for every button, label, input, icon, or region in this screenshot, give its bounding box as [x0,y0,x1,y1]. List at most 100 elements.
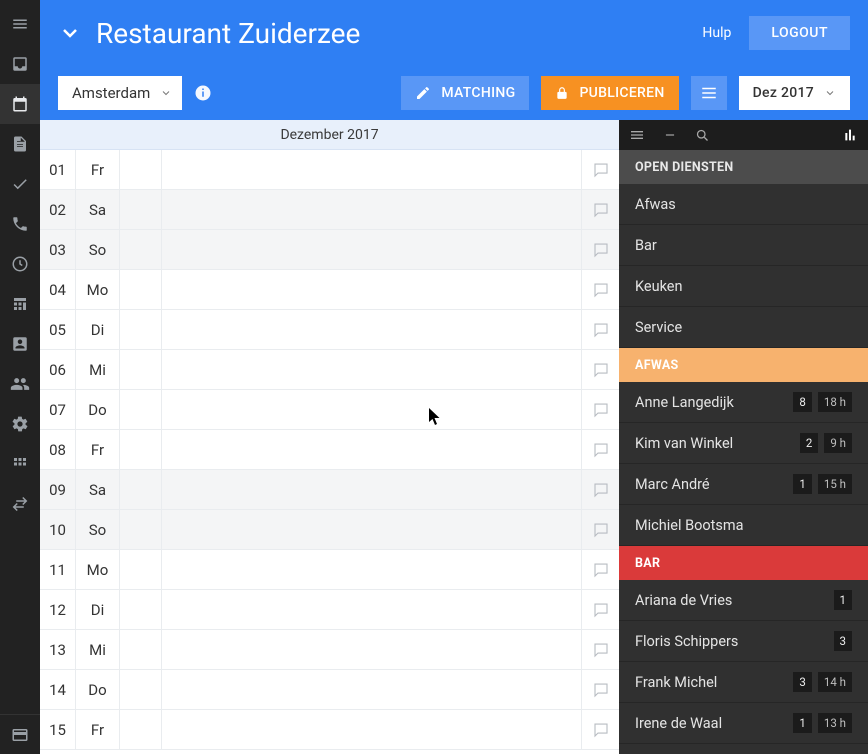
check-icon[interactable] [0,164,40,204]
calendar-row[interactable]: 15Fr [40,710,619,750]
day-name: Mi [76,350,120,389]
day-body[interactable] [162,150,581,189]
day-number: 15 [40,710,76,749]
day-body[interactable] [162,510,581,549]
day-number: 11 [40,550,76,589]
comment-icon[interactable] [581,550,619,589]
people-icon[interactable] [0,364,40,404]
sidepanel-item[interactable]: Afwas [619,184,868,225]
calendar-row[interactable]: 07Do [40,390,619,430]
calendar-row[interactable]: 01Fr [40,150,619,190]
item-hours: 15 h [818,474,852,494]
sp-search-icon[interactable] [695,128,710,143]
day-body[interactable] [162,670,581,709]
calendar-row[interactable]: 03So [40,230,619,270]
day-body[interactable] [162,550,581,589]
calendar-row[interactable]: 11Mo [40,550,619,590]
location-select[interactable]: Amsterdam [58,76,182,110]
day-name: Do [76,670,120,709]
toolbar: Amsterdam MATCHING PUBLICEREN Dez 2017 [40,66,868,120]
comment-icon[interactable] [581,350,619,389]
sidepanel-item[interactable]: Ariana de Vries1 [619,580,868,621]
apps-icon[interactable] [0,444,40,484]
calendar-icon[interactable] [0,84,40,124]
chevron-down-icon[interactable] [58,21,82,45]
comment-icon[interactable] [581,670,619,709]
comment-icon[interactable] [581,190,619,229]
calendar-row[interactable]: 13Mi [40,630,619,670]
day-body[interactable] [162,430,581,469]
sidepanel-item[interactable]: Service [619,307,868,348]
sp-menu-icon[interactable] [629,127,645,143]
item-hours: 18 h [818,392,852,412]
menu-icon[interactable] [0,4,40,44]
day-number: 09 [40,470,76,509]
calendar-row[interactable]: 09Sa [40,470,619,510]
sidepanel-item[interactable]: Irene de Waal113 h [619,703,868,744]
day-body[interactable] [162,230,581,269]
calendar-row[interactable]: 02Sa [40,190,619,230]
item-count: 3 [834,631,852,651]
comment-icon[interactable] [581,150,619,189]
comment-icon[interactable] [581,230,619,269]
day-body[interactable] [162,350,581,389]
sidepanel-item[interactable]: Kim van Winkel29 h [619,423,868,464]
date-select[interactable]: Dez 2017 [739,76,850,110]
day-body[interactable] [162,390,581,429]
day-number: 05 [40,310,76,349]
header: Restaurant Zuiderzee Hulp LOGOUT [40,0,868,66]
day-body[interactable] [162,310,581,349]
sidepanel-item[interactable]: Marc André115 h [619,464,868,505]
inbox-icon[interactable] [0,44,40,84]
calendar-row[interactable]: 04Mo [40,270,619,310]
comment-icon[interactable] [581,630,619,669]
gear-icon[interactable] [0,404,40,444]
item-count: 3 [793,672,811,692]
day-body[interactable] [162,590,581,629]
help-link[interactable]: Hulp [702,25,731,41]
sidepanel-item[interactable]: Floris Schippers 3 [619,621,868,662]
day-body[interactable] [162,470,581,509]
calendar-row[interactable]: 05Di [40,310,619,350]
comment-icon[interactable] [581,710,619,749]
card-icon[interactable] [0,714,40,754]
comment-icon[interactable] [581,390,619,429]
calendar-row[interactable]: 06Mi [40,350,619,390]
clock-icon[interactable] [0,244,40,284]
sidepanel-item[interactable]: Michiel Bootsma [619,505,868,546]
calendar-row[interactable]: 14Do [40,670,619,710]
phone-icon[interactable] [0,204,40,244]
day-body[interactable] [162,710,581,749]
publiceren-button[interactable]: PUBLICEREN [541,76,678,110]
day-number: 10 [40,510,76,549]
item-label: Frank Michel [635,674,787,691]
comment-icon[interactable] [581,270,619,309]
calendar-row[interactable]: 10So [40,510,619,550]
comment-icon[interactable] [581,470,619,509]
sidepanel-item[interactable]: Keuken [619,266,868,307]
calendar-row[interactable]: 12Di [40,590,619,630]
contact-icon[interactable] [0,324,40,364]
document-icon[interactable] [0,124,40,164]
item-label: Floris Schippers [635,633,828,650]
matching-button[interactable]: MATCHING [401,76,529,110]
logout-button[interactable]: LOGOUT [749,16,850,50]
comment-icon[interactable] [581,510,619,549]
day-body[interactable] [162,270,581,309]
comment-icon[interactable] [581,310,619,349]
info-icon[interactable] [194,84,212,102]
calculator-icon[interactable] [0,284,40,324]
sidepanel-item[interactable]: Bar [619,225,868,266]
day-body[interactable] [162,190,581,229]
sp-minus-icon[interactable] [663,128,677,142]
comment-icon[interactable] [581,590,619,629]
calendar-row[interactable]: 08Fr [40,430,619,470]
view-list-button[interactable] [691,76,727,110]
sidepanel-item[interactable]: Frank Michel314 h [619,662,868,703]
sidepanel-item[interactable]: Anne Langedijk818 h [619,382,868,423]
sp-chart-icon[interactable] [842,127,858,143]
swap-icon[interactable] [0,484,40,524]
comment-icon[interactable] [581,430,619,469]
day-body[interactable] [162,630,581,669]
day-gutter [120,510,162,549]
